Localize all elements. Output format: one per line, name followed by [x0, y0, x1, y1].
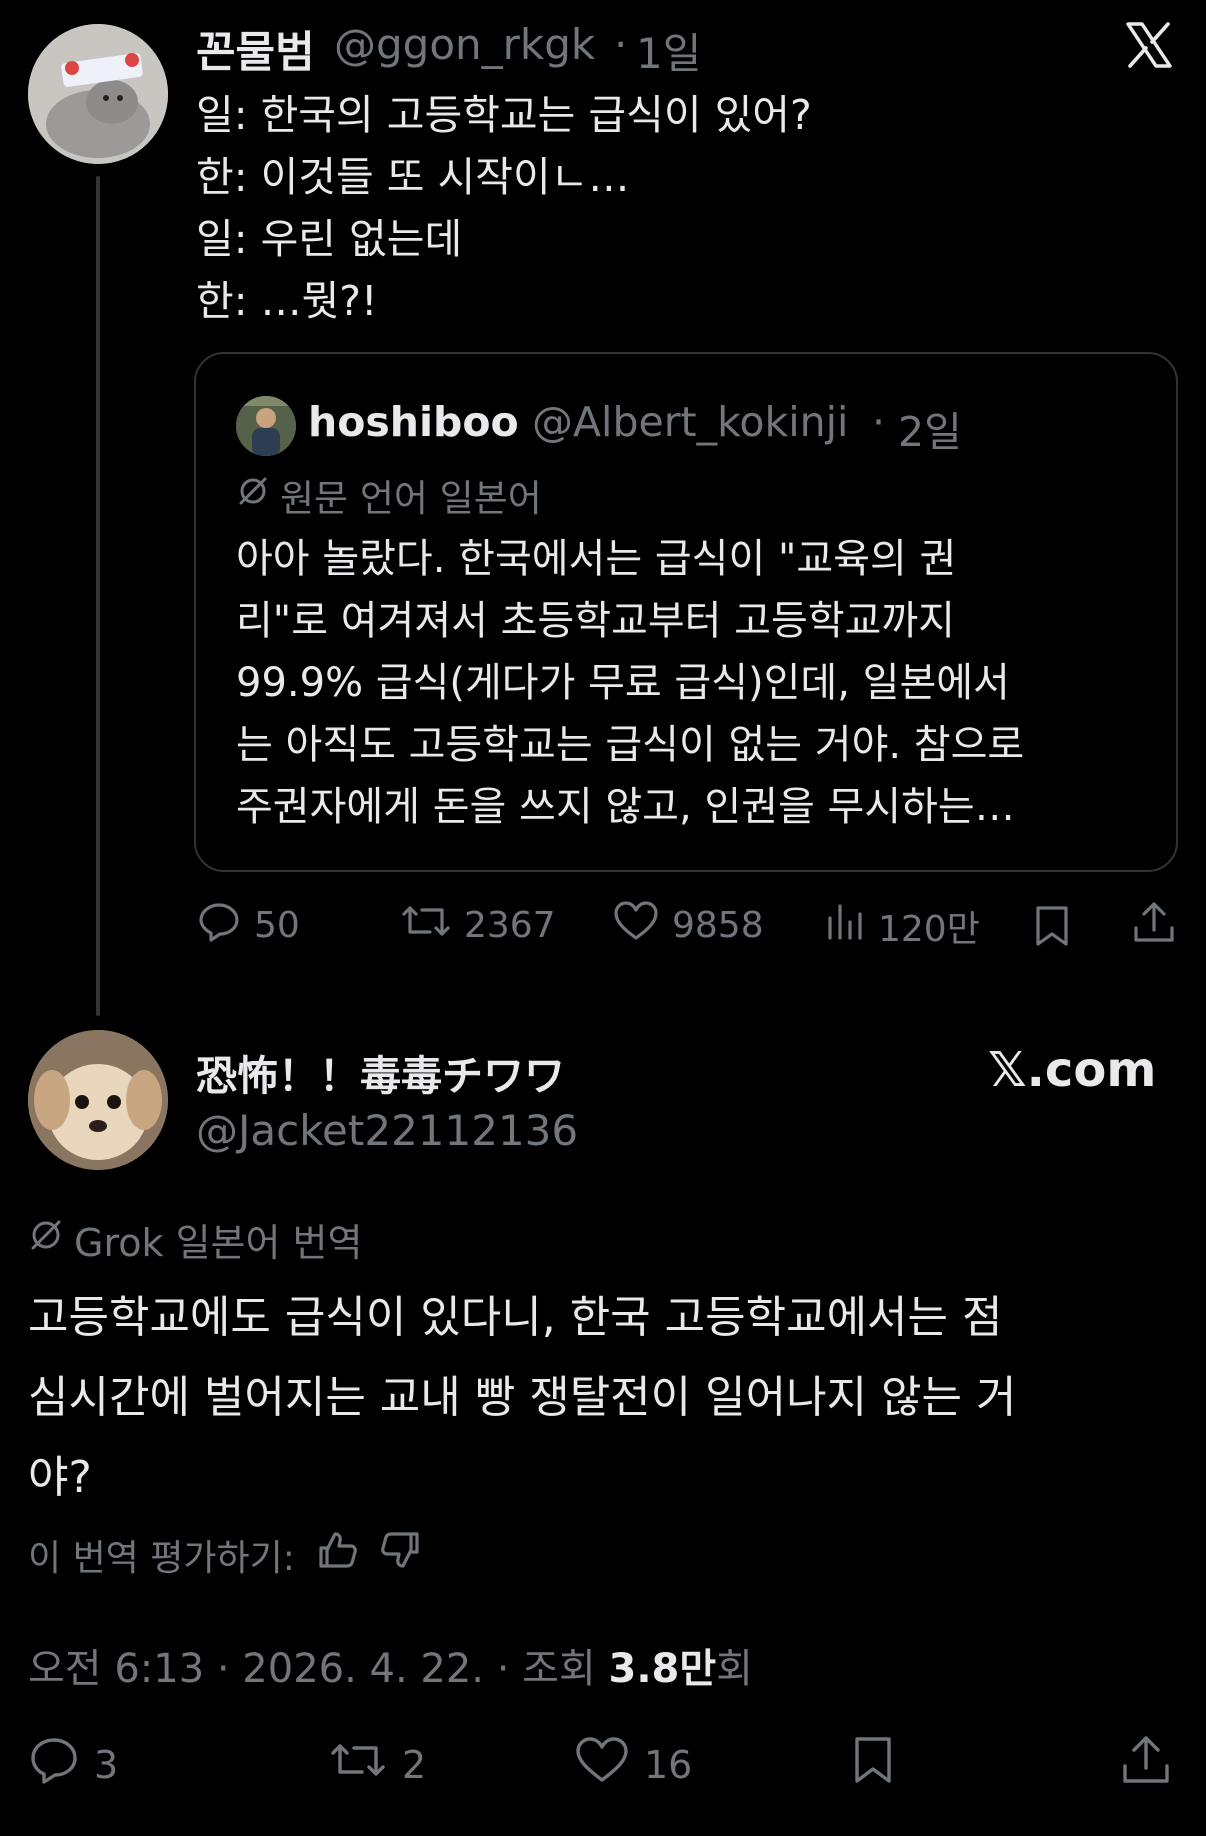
- repost-icon: [400, 898, 452, 953]
- quote-line: 99.9% 급식(게다가 무료 급식)인데, 일본에서: [236, 660, 1010, 706]
- translation-note: Grok 일본어 번역: [28, 1212, 362, 1267]
- translation-label: Grok 일본어 번역: [74, 1221, 363, 1265]
- quote-user-handle[interactable]: @Albert_kokinji: [532, 398, 848, 446]
- post-time[interactable]: 오전 6:13: [28, 1646, 204, 1692]
- timestamp[interactable]: 1일: [636, 20, 701, 81]
- tweet-text: 일: 한국의 고등학교는 급식이 있어? 한: 이것들 또 시작이ㄴ… 일: 우…: [196, 84, 812, 332]
- share-button[interactable]: [1132, 900, 1176, 955]
- like-button[interactable]: 16: [574, 1734, 692, 1795]
- quote-line: 주권자에게 돈을 쓰지 않고, 인권을 무시하는…: [236, 784, 1015, 830]
- tweet-text: 고등학교에도 급식이 있다니, 한국 고등학교에서는 점 심시간에 벌어지는 교…: [28, 1278, 1016, 1518]
- like-count: 16: [644, 1742, 693, 1787]
- share-icon: [1120, 1734, 1172, 1797]
- tweet-line: 한: 이것들 또 시작이ㄴ…: [196, 153, 630, 201]
- bookmark-button[interactable]: [850, 1734, 896, 1795]
- repost-icon: [328, 1734, 388, 1795]
- bookmark-button[interactable]: [1032, 904, 1072, 957]
- bookmark-icon: [850, 1734, 896, 1795]
- separator: ·: [216, 1646, 230, 1692]
- thumbs-up-icon[interactable]: [315, 1528, 359, 1581]
- views-button[interactable]: 120만: [824, 898, 980, 953]
- tweet-line: 일: 한국의 고등학교는 급식이 있어?: [196, 91, 812, 139]
- rate-label: 이 번역 평가하기:: [28, 1537, 295, 1579]
- share-icon: [1132, 900, 1176, 955]
- user-handle[interactable]: @ggon_rkgk: [334, 20, 595, 69]
- translate-icon: [28, 1217, 64, 1262]
- quote-line: 리"로 여겨져서 초등학교부터 고등학교까지: [236, 598, 955, 644]
- repost-count: 2367: [464, 905, 556, 946]
- reply-count: 3: [94, 1742, 119, 1787]
- separator: ·: [614, 20, 628, 69]
- reply-button[interactable]: 3: [28, 1734, 118, 1795]
- quote-avatar[interactable]: [236, 396, 296, 456]
- repost-button[interactable]: 2: [328, 1734, 426, 1795]
- like-count: 9858: [672, 905, 764, 946]
- translation-label: 원문 언어 일본어: [280, 477, 542, 520]
- reply-button[interactable]: 50: [196, 898, 300, 953]
- quote-text: 아아 놀랐다. 한국에서는 급식이 "교육의 권 리"로 여겨져서 초등학교부터…: [236, 528, 1024, 838]
- quote-timestamp[interactable]: 2일: [898, 398, 962, 458]
- tweet-line: 고등학교에도 급식이 있다니, 한국 고등학교에서는 점: [28, 1292, 1003, 1343]
- bookmark-icon: [1032, 904, 1072, 957]
- quote-line: 는 아직도 고등학교는 급식이 없는 거야. 참으로: [236, 722, 1025, 768]
- tweet-line: 심시간에 벌어지는 교내 빵 쟁탈전이 일어나지 않는 거: [28, 1372, 1017, 1423]
- translate-icon: [236, 474, 270, 517]
- reply-icon: [28, 1734, 80, 1795]
- avatar[interactable]: [28, 24, 168, 164]
- thumbs-down-icon[interactable]: [379, 1528, 423, 1581]
- user-handle[interactable]: @Jacket22112136: [196, 1106, 578, 1155]
- avatar[interactable]: [28, 1030, 168, 1170]
- repost-count: 2: [402, 1742, 427, 1787]
- display-name[interactable]: 꼰물범: [196, 18, 315, 80]
- separator: ·: [872, 398, 886, 446]
- tweet-line: 한: …뭣?!: [196, 277, 378, 325]
- reply-icon: [196, 898, 242, 953]
- quote-line: 아아 놀랐다. 한국에서는 급식이 "교육의 권: [236, 536, 957, 582]
- heart-icon: [574, 1734, 630, 1795]
- tweet-line: 야?: [28, 1452, 92, 1503]
- share-button[interactable]: [1120, 1734, 1172, 1797]
- repost-button[interactable]: 2367: [400, 898, 556, 953]
- reply-count: 50: [254, 905, 300, 946]
- thread-line: [96, 176, 100, 1016]
- views-suffix: 회: [716, 1646, 753, 1692]
- like-button[interactable]: 9858: [612, 898, 764, 953]
- tweet-meta: 오전 6:13 · 2026. 4. 22. · 조회 3.8만회: [28, 1636, 753, 1694]
- heart-icon: [612, 898, 660, 953]
- quote-display-name[interactable]: hoshiboo: [308, 398, 519, 446]
- brand-label: 𝕏.com: [988, 1042, 1157, 1098]
- translation-note: 원문 언어 일본어: [236, 468, 542, 522]
- views-value: 3.8만: [608, 1646, 717, 1692]
- separator: ·: [496, 1646, 510, 1692]
- rate-translation: 이 번역 평가하기:: [28, 1528, 423, 1581]
- tweet-line: 일: 우린 없는데: [196, 215, 463, 263]
- view-count: 120만: [878, 908, 980, 950]
- views-icon: [824, 898, 866, 953]
- display-name[interactable]: 恐怖！！毒毒チワワ: [196, 1042, 565, 1102]
- x-logo-icon[interactable]: [1124, 20, 1174, 70]
- post-date[interactable]: 2026. 4. 22.: [242, 1646, 484, 1692]
- views-label: 조회: [522, 1646, 596, 1692]
